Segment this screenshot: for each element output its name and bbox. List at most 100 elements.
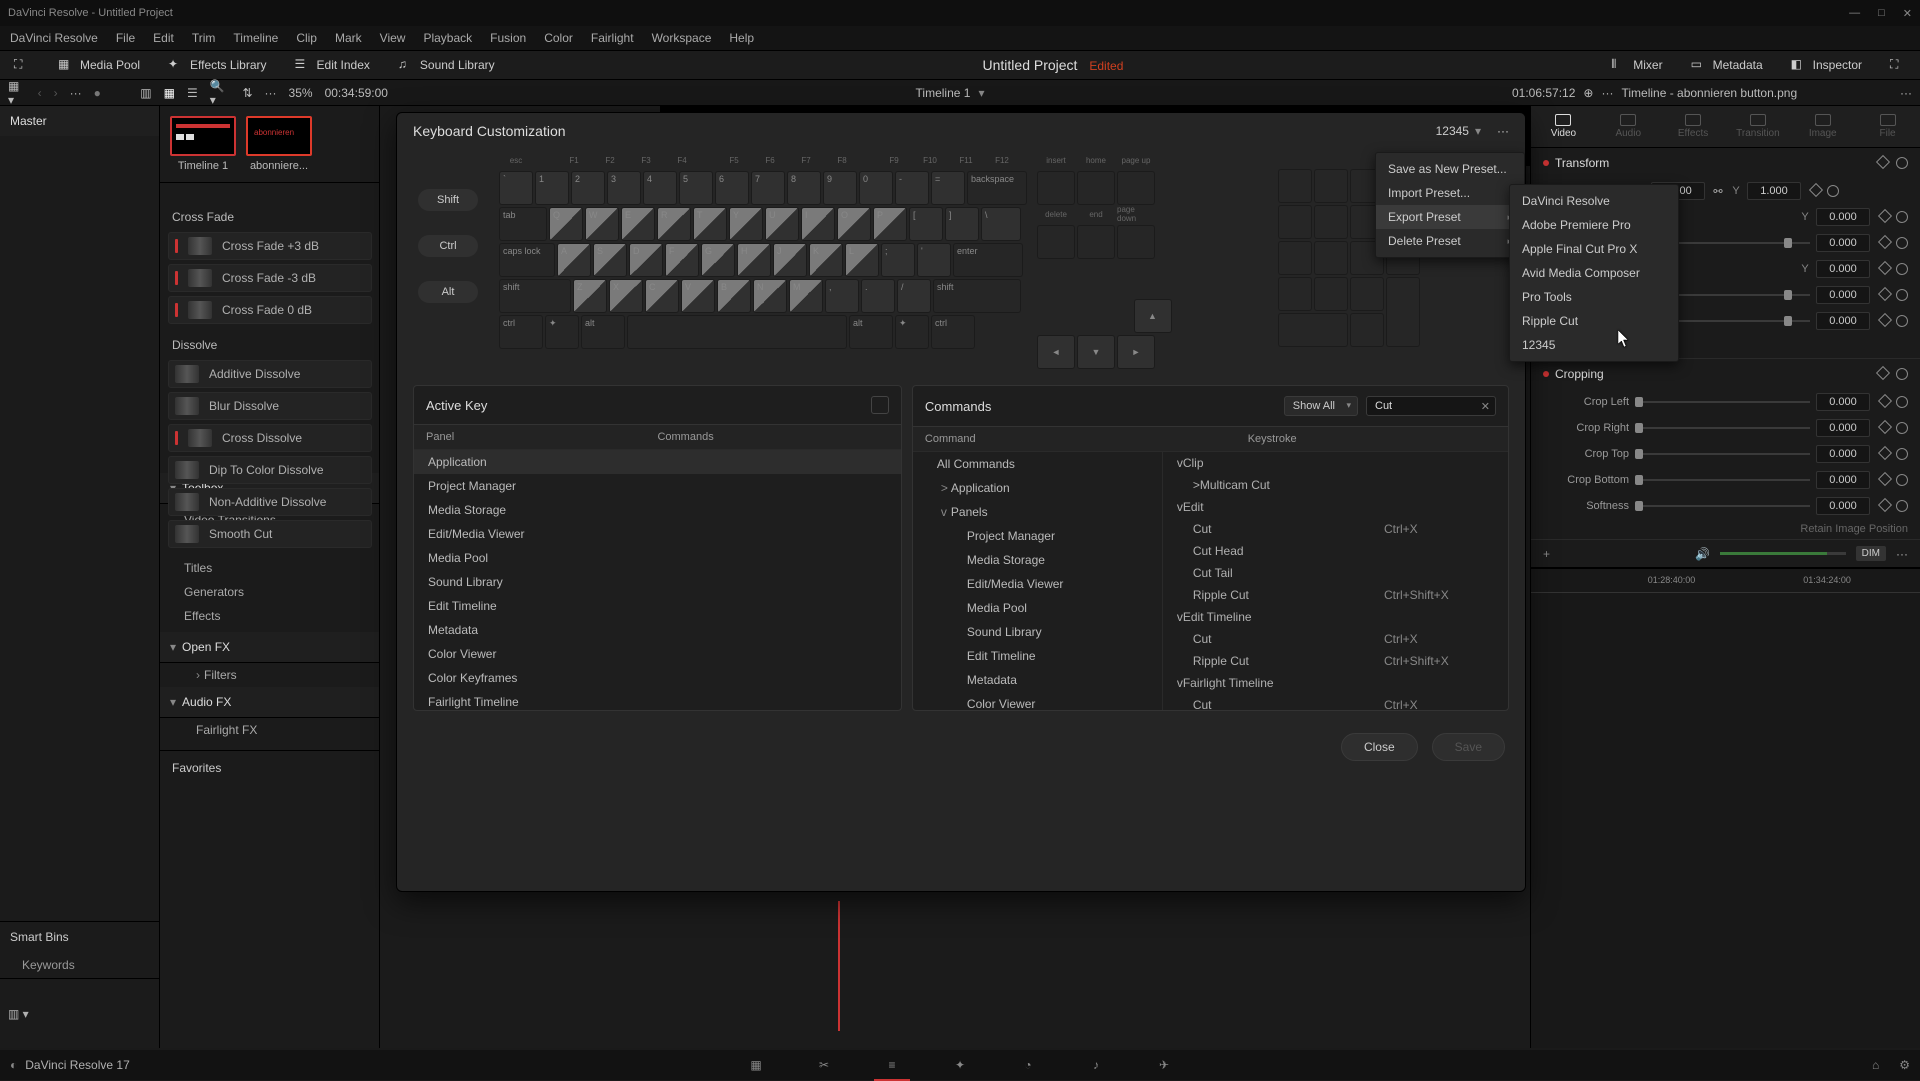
edit-index-button[interactable]: ☰Edit Index — [281, 51, 384, 79]
tab-effects[interactable]: Effects — [1661, 106, 1726, 147]
slider[interactable] — [1635, 479, 1810, 481]
dots-icon[interactable]: ··· — [1497, 124, 1509, 138]
command-result-item[interactable]: Cut Head — [1163, 540, 1508, 562]
active-key-item[interactable]: Application — [414, 450, 901, 474]
sound-library-button[interactable]: ♫Sound Library — [384, 51, 509, 79]
mod-ctrl[interactable]: Ctrl — [418, 235, 478, 257]
keyframe-icon[interactable] — [1809, 183, 1823, 197]
reset-icon[interactable] — [1896, 289, 1908, 301]
lib-item[interactable]: Titles — [160, 556, 379, 580]
cropping-header[interactable]: Cropping — [1531, 359, 1920, 389]
thumb-small-icon[interactable]: ▥ — [140, 86, 151, 100]
lib-item[interactable]: Effects — [160, 604, 379, 628]
keyboard-key[interactable]: L — [845, 243, 879, 277]
keyboard-key[interactable]: V — [681, 279, 715, 313]
keyboard-key[interactable]: 3 — [607, 171, 641, 205]
keyframe-icon[interactable] — [1878, 261, 1892, 275]
keyboard-key[interactable]: H — [737, 243, 771, 277]
active-key-item[interactable]: Sound Library — [414, 570, 901, 594]
keyboard-key[interactable]: N — [753, 279, 787, 313]
audio-ruler[interactable]: 01:28:40:00 01:34:24:00 — [1531, 569, 1920, 593]
fx-item[interactable]: Cross Fade -3 dB — [168, 264, 372, 292]
active-key-item[interactable]: Edit/Media Viewer — [414, 522, 901, 546]
smart-bin-keywords[interactable]: Keywords — [0, 952, 159, 978]
thumb-list-icon[interactable]: ☰ — [187, 86, 198, 100]
keyboard-key[interactable]: shift — [499, 279, 571, 313]
menu-item[interactable]: Timeline — [233, 31, 278, 45]
keyboard-key[interactable]: . — [861, 279, 895, 313]
ctx-save-preset[interactable]: Save as New Preset... — [1376, 157, 1524, 181]
command-tree-item[interactable]: >Application — [913, 476, 1162, 500]
keyboard-key[interactable]: ✦ — [895, 315, 929, 349]
fx-item[interactable]: Dip To Color Dissolve — [168, 456, 372, 484]
slider[interactable] — [1635, 453, 1810, 455]
panel-mode-icon[interactable]: ▥ ▾ — [8, 1007, 29, 1021]
keyboard-key[interactable]: - — [895, 171, 929, 205]
fullscreen2-button[interactable]: ⛶ — [1876, 51, 1920, 79]
active-key-item[interactable]: Color Viewer — [414, 642, 901, 666]
menu-item[interactable]: View — [380, 31, 406, 45]
lib-item[interactable]: Fairlight FX — [160, 718, 379, 742]
reset-icon[interactable] — [1896, 448, 1908, 460]
keyboard-key[interactable]: ctrl — [931, 315, 975, 349]
val-input[interactable]: 0.000 — [1816, 393, 1870, 411]
command-tree-item[interactable]: Media Storage — [913, 548, 1162, 572]
menu-item[interactable]: File — [116, 31, 135, 45]
reset-icon[interactable] — [1896, 157, 1908, 169]
chevron-down-icon[interactable]: ▾ — [978, 86, 984, 100]
keyframe-icon[interactable] — [1878, 235, 1892, 249]
command-result-item[interactable]: vEdit — [1163, 496, 1508, 518]
timeline-label[interactable]: Timeline 1 — [916, 86, 971, 100]
zoom-y-input[interactable]: 1.000 — [1747, 182, 1801, 200]
keyboard-key[interactable]: ctrl — [499, 315, 543, 349]
bin-thumb[interactable]: Timeline 1 — [170, 116, 236, 172]
search-icon[interactable]: 🔍 ▾ — [210, 79, 231, 107]
keyframe-icon[interactable] — [1878, 420, 1892, 434]
keyboard-key[interactable]: 0 — [859, 171, 893, 205]
active-key-item[interactable]: Media Storage — [414, 498, 901, 522]
keyboard-key[interactable]: B — [717, 279, 751, 313]
keyboard-key[interactable]: 7 — [751, 171, 785, 205]
chevron-down-icon[interactable]: ▾ — [1475, 124, 1481, 138]
reset-icon[interactable] — [1896, 211, 1908, 223]
menu-item[interactable]: Playback — [423, 31, 472, 45]
add-track-icon[interactable]: + — [1543, 547, 1550, 561]
keyboard-key[interactable]: Y — [729, 207, 763, 241]
command-result-item[interactable]: Cut Tail — [1163, 562, 1508, 584]
keyboard-key[interactable]: ✦ — [545, 315, 579, 349]
val-input[interactable]: 0.000 — [1816, 260, 1870, 278]
fx-item[interactable]: Blur Dissolve — [168, 392, 372, 420]
keyframe-icon[interactable] — [1878, 498, 1892, 512]
menu-item[interactable]: Clip — [296, 31, 317, 45]
dots1-icon[interactable]: ··· — [70, 86, 82, 100]
lib-item[interactable]: ›Filters — [160, 663, 379, 687]
keyframe-icon[interactable] — [1878, 209, 1892, 223]
page-color[interactable]: ◔ — [1016, 1055, 1040, 1075]
mod-alt[interactable]: Alt — [418, 281, 478, 303]
slider[interactable] — [1635, 505, 1810, 507]
active-key-item[interactable]: Metadata — [414, 618, 901, 642]
speaker-icon[interactable]: 🔊 — [1695, 547, 1710, 561]
reset-icon[interactable] — [1896, 422, 1908, 434]
metadata-button[interactable]: ▭Metadata — [1677, 51, 1777, 79]
clear-search-icon[interactable]: ✕ — [1481, 400, 1490, 413]
openfx-header[interactable]: ▾Open FX — [160, 632, 379, 663]
keyboard-key[interactable]: 9 — [823, 171, 857, 205]
bin-thumb-selected[interactable]: abonnieren abonniere... — [246, 116, 312, 172]
command-tree-item[interactable]: vPanels — [913, 500, 1162, 524]
reset-icon[interactable] — [1896, 315, 1908, 327]
keyboard-key[interactable]: C — [645, 279, 679, 313]
keyboard-key[interactable]: ' — [917, 243, 951, 277]
effects-library-button[interactable]: ✦Effects Library — [154, 51, 280, 79]
val-input[interactable]: 0.000 — [1816, 445, 1870, 463]
tab-transition[interactable]: Transition — [1725, 106, 1790, 147]
keyboard-key[interactable]: [ — [909, 207, 943, 241]
arrow-down-key[interactable]: ▼ — [1077, 335, 1115, 369]
ctx-delete-preset[interactable]: Delete Preset▸ — [1376, 229, 1524, 253]
dots2-icon[interactable]: ··· — [265, 86, 277, 100]
command-result-item[interactable]: CutCtrl+X — [1163, 628, 1508, 650]
menu-item[interactable]: Workspace — [652, 31, 712, 45]
command-tree-item[interactable]: Media Pool — [913, 596, 1162, 620]
keyboard-key[interactable]: , — [825, 279, 859, 313]
ctx-export-preset[interactable]: Export Preset▸ — [1376, 205, 1524, 229]
